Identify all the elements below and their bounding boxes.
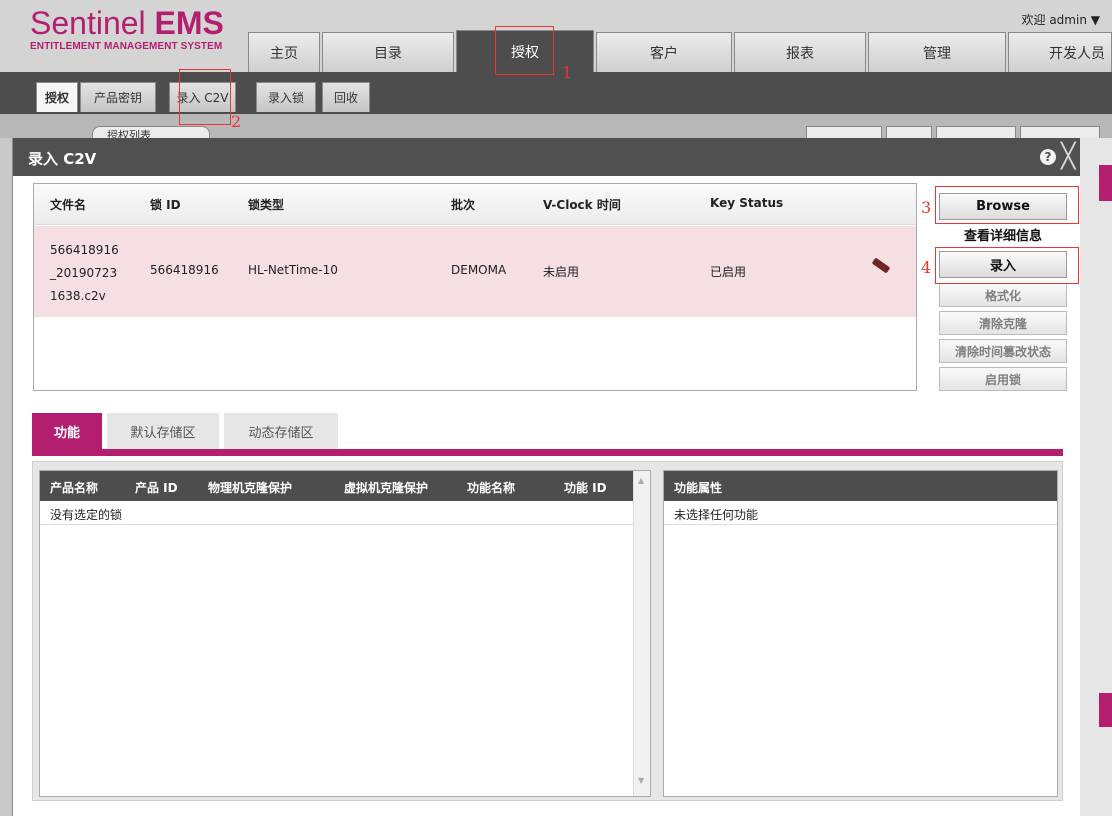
file-name-line: 566418916	[50, 243, 119, 257]
tab-default-memory[interactable]: 默认存储区	[107, 413, 219, 449]
tab-label: 授权	[511, 44, 539, 61]
scroll-up-icon[interactable]: ▲	[638, 476, 644, 485]
feature-list: 产品名称 产品 ID 物理机克隆保护 虚拟机克隆保护 功能名称 功能 ID 没有…	[39, 470, 651, 797]
list-item: 没有选定的锁	[40, 501, 633, 525]
tab-label: 动态存储区	[248, 425, 314, 441]
enable-lock-button[interactable]: 启用锁	[939, 367, 1067, 391]
annotation-number-4: 4	[921, 258, 932, 277]
user-menu[interactable]: 欢迎 admin ▼	[1022, 11, 1100, 28]
cell-batch: DEMOMA	[451, 263, 507, 277]
format-button[interactable]: 格式化	[939, 283, 1067, 307]
subtab-label: 录入锁	[267, 91, 304, 105]
column-feature-id: 功能 ID	[564, 481, 607, 495]
column-batch: 批次	[451, 198, 476, 212]
chevron-down-icon: ▼	[1090, 13, 1100, 27]
cell-lock-type: HL-NetTime-10	[248, 263, 338, 277]
column-file-name: 文件名	[50, 198, 87, 212]
tab-label: 开发人员	[1049, 45, 1105, 62]
subtab-check-in-lock[interactable]: 录入锁	[256, 82, 316, 112]
help-icon[interactable]: ?	[1040, 149, 1056, 165]
tab-features[interactable]: 功能	[32, 413, 102, 449]
cell-key-status: 已启用	[710, 265, 747, 279]
annotation-number-3: 3	[921, 198, 932, 217]
feature-attributes-header: 功能属性	[664, 471, 1057, 501]
column-lock-id: 锁 ID	[150, 198, 181, 212]
import-button[interactable]: 录入	[939, 251, 1067, 278]
tab-dynamic-memory[interactable]: 动态存储区	[224, 413, 338, 449]
grid-header: 文件名 锁 ID 锁类型 批次 V-Clock 时间 Key Status	[34, 184, 916, 225]
tab-label: 功能	[53, 425, 80, 441]
feature-list-scrollbar[interactable]: ▲ ▼	[633, 471, 650, 796]
subtab-product-keys[interactable]: 产品密钥	[80, 82, 156, 112]
user-greeting: 欢迎 admin	[1021, 13, 1087, 27]
tab-label: 默认存储区	[130, 425, 196, 441]
app-header: Sentinel EMS ENTITLEMENT MANAGEMENT SYST…	[0, 0, 1112, 72]
column-lock-type: 锁类型	[248, 198, 285, 212]
clear-clone-button[interactable]: 清除克隆	[939, 311, 1067, 335]
column-key-status: Key Status	[710, 196, 784, 210]
empty-message: 没有选定的锁	[50, 508, 123, 522]
column-feature-name: 功能名称	[467, 481, 516, 495]
check-in-c2v-dialog: 录入 C2V ? ╳ 文件名 锁 ID 锁类型 批次 V-Clock 时间 Ke…	[12, 138, 1080, 816]
subtab-label: 产品密钥	[93, 91, 142, 105]
tab-label: 目录	[374, 45, 402, 62]
background-content: 授权列表	[0, 114, 1112, 142]
column-feature-attributes: 功能属性	[674, 481, 723, 495]
close-icon[interactable]: ╳	[1061, 142, 1075, 170]
file-name-line: _20190723	[50, 266, 118, 280]
cell-lock-id: 566418916	[150, 263, 219, 277]
cell-vclock-time: 未启用	[543, 265, 580, 279]
tab-label: 报表	[786, 45, 814, 62]
clear-time-tamper-button[interactable]: 清除时间篡改状态	[939, 339, 1067, 363]
empty-message: 未选择任何功能	[674, 508, 759, 522]
dialog-title: 录入 C2V	[28, 150, 97, 168]
column-product-name: 产品名称	[50, 481, 99, 495]
tab-reports[interactable]: 报表	[734, 32, 866, 72]
feature-attributes: 功能属性 未选择任何功能	[663, 470, 1058, 797]
features-panel: 产品名称 产品 ID 物理机克隆保护 虚拟机克隆保护 功能名称 功能 ID 没有…	[32, 461, 1063, 801]
background-accent-mark	[1099, 693, 1112, 727]
file-name-line: 1638.c2v	[50, 289, 106, 303]
view-details-link[interactable]: 查看详细信息	[939, 227, 1067, 247]
column-vclock-time: V-Clock 时间	[543, 198, 621, 212]
main-nav: 主页 目录 授权 客户 报表 管理 开发人员	[0, 30, 1112, 72]
column-physical-clone-protection: 物理机克隆保护	[208, 481, 293, 495]
browse-button[interactable]: Browse	[939, 193, 1067, 220]
table-row[interactable]: 566418916 _20190723 1638.c2v 566418916 H…	[34, 226, 916, 317]
subtab-label: 授权	[44, 91, 69, 105]
tab-developers[interactable]: 开发人员	[1008, 32, 1112, 72]
column-virtual-clone-protection: 虚拟机克隆保护	[344, 481, 429, 495]
tab-catalog[interactable]: 目录	[322, 32, 454, 72]
subtab-label: 回收	[333, 91, 358, 105]
cell-file-name: 566418916 _20190723 1638.c2v	[50, 239, 119, 308]
feature-list-header: 产品名称 产品 ID 物理机克隆保护 虚拟机克隆保护 功能名称 功能 ID	[40, 471, 633, 501]
tab-admin[interactable]: 管理	[868, 32, 1006, 72]
background-accent-mark	[1099, 165, 1112, 201]
list-item: 未选择任何功能	[664, 501, 1057, 525]
tab-underline-bar	[32, 449, 1063, 456]
annotation-number-1: 1	[562, 63, 573, 82]
tab-label: 客户	[650, 45, 678, 62]
subtab-entitlements[interactable]: 授权	[36, 82, 78, 112]
annotation-number-2: 2	[231, 112, 242, 131]
column-product-id: 产品 ID	[135, 481, 178, 495]
tab-entitlements[interactable]: 授权	[456, 30, 594, 72]
scroll-down-icon[interactable]: ▼	[638, 776, 644, 785]
c2v-file-grid: 文件名 锁 ID 锁类型 批次 V-Clock 时间 Key Status 56…	[33, 183, 917, 391]
sub-nav: 授权 产品密钥 录入 C2V 录入锁 回收	[0, 72, 1112, 114]
tab-label: 管理	[923, 45, 951, 62]
subtab-label: 录入 C2V	[176, 91, 229, 105]
usb-key-icon	[871, 257, 891, 274]
subtab-check-in-c2v[interactable]: 录入 C2V	[169, 82, 236, 112]
dialog-titlebar: 录入 C2V ? ╳	[13, 138, 1080, 176]
tab-home[interactable]: 主页	[248, 32, 320, 72]
subtab-recycle[interactable]: 回收	[322, 82, 370, 112]
tab-label: 主页	[270, 45, 298, 62]
tab-customers[interactable]: 客户	[596, 32, 732, 72]
